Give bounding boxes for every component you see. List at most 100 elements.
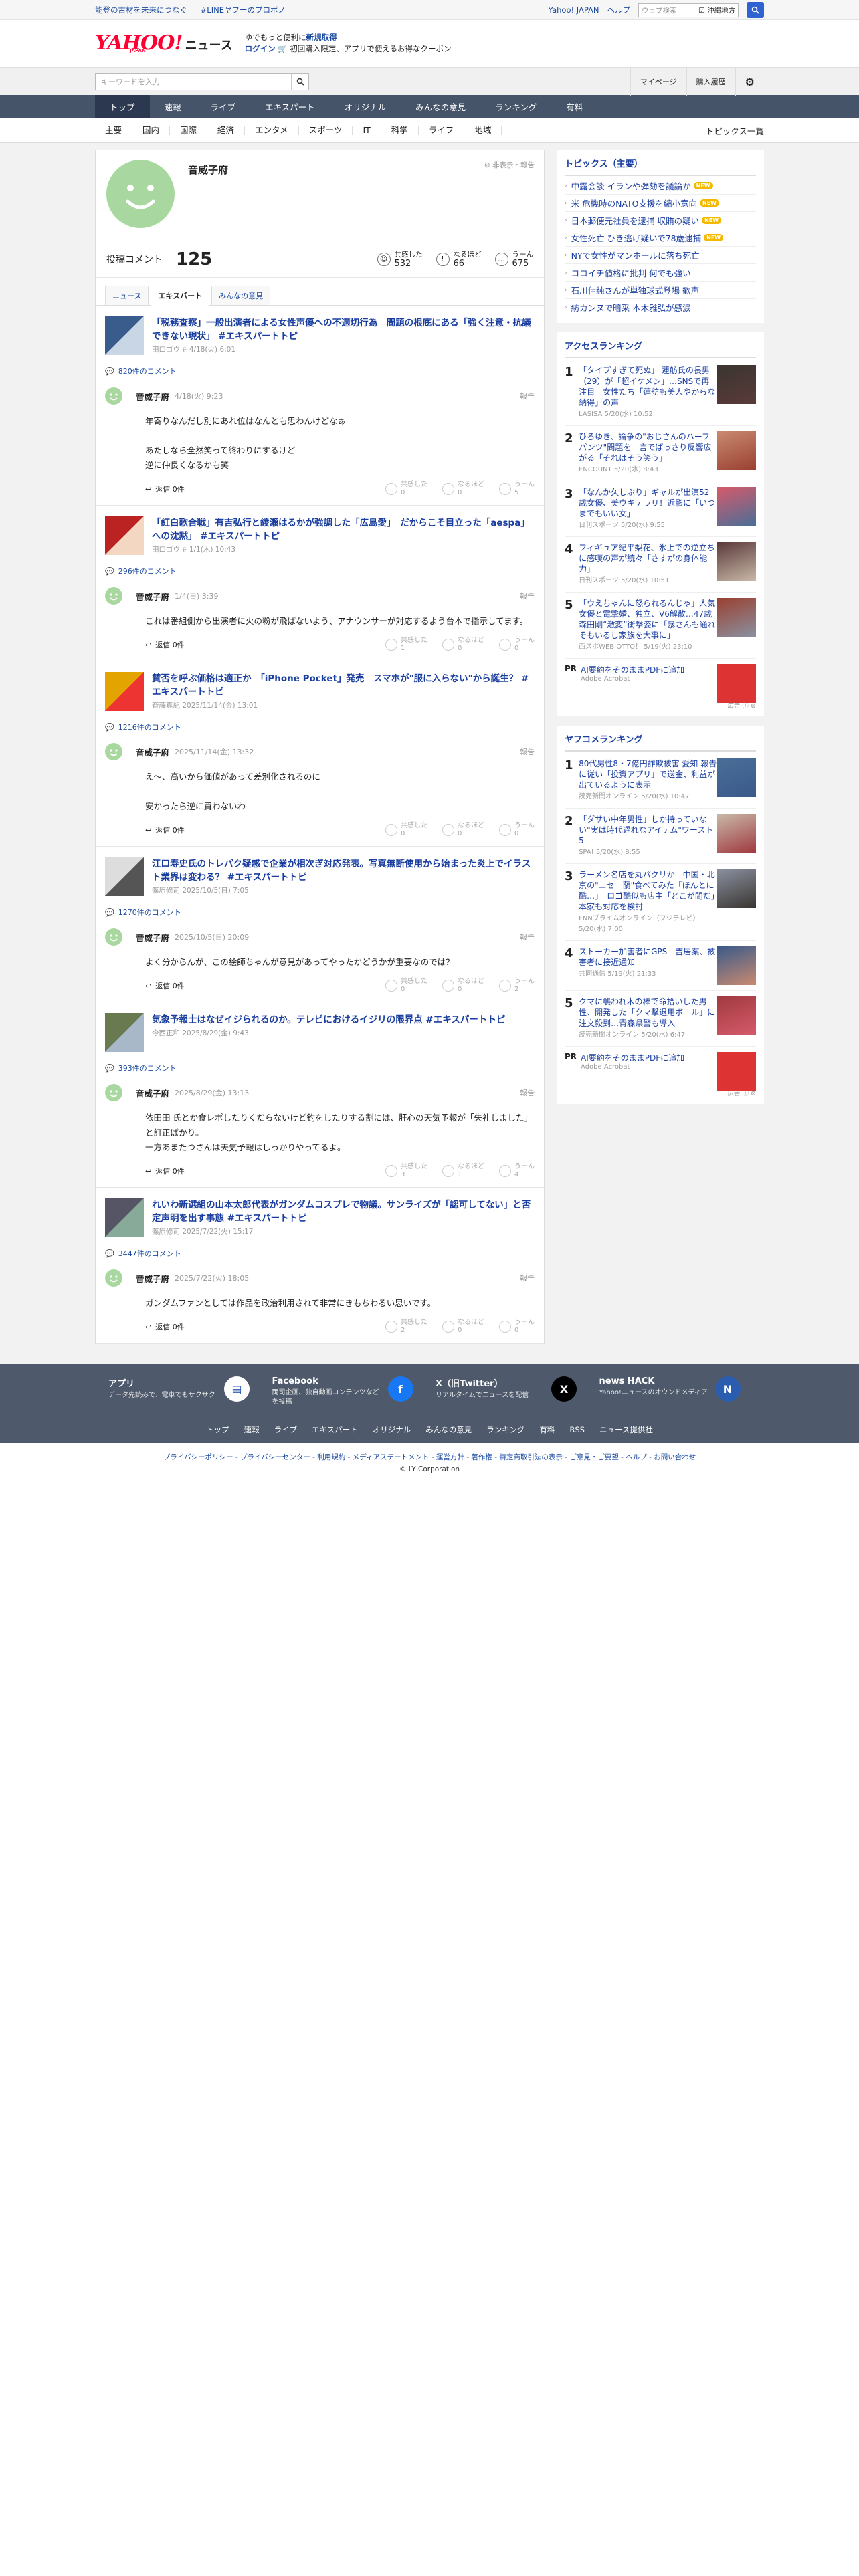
news-search-input[interactable]: キーワードを入力 [95,73,309,90]
footer-link[interactable]: エキスパート [312,1424,358,1435]
legal-links[interactable]: プライバシーポリシー - プライバシーセンター - 利用規約 - メディアステー… [0,1451,859,1463]
login-link[interactable]: ログイン [245,44,276,53]
yahoo-japan-link[interactable]: Yahoo! JAPAN [549,5,599,15]
ranking-item[interactable]: 4 フィギュア紀平梨花、氷上での逆立ちに感嘆の声が続々「さすがの身体能力」 日刊スポ… [565,537,756,593]
cat-main[interactable]: 主要 [95,126,133,135]
nav-ranking[interactable]: ランキング [480,95,551,118]
footer-app-card[interactable]: X（旧Twitter） リアルタイムでニュースを配信 X [436,1376,587,1416]
article-thumbnail[interactable] [105,672,144,711]
footer-app-card[interactable]: Facebook 両司企画、独自動画コンテンツなどを投稿 f [272,1376,424,1416]
footer-link[interactable]: トップ [206,1424,229,1435]
reaction-insight-button[interactable]: なるほど 1 [442,1163,484,1179]
comment-count-link[interactable]: 💬 1216件のコメント [96,718,544,736]
cat-economy[interactable]: 経済 [207,126,246,135]
reaction-insight-button[interactable]: なるほど 0 [442,637,484,653]
purchase-history-button[interactable]: 購入履歴 [686,68,735,96]
article-title[interactable]: 「税務査察」一般出演者による女性声優への不適切行為 問題の根底にある「強く注意・… [152,316,535,343]
ranking-item[interactable]: 1 「タイプすぎて死ぬ」 蓮舫氏の長男（29）が「超イケメン」…SNSで再注目 女… [565,360,756,426]
report-link[interactable]: 報告 [520,746,535,757]
cat-world[interactable]: 国際 [170,126,208,135]
footer-link[interactable]: RSS [569,1425,585,1434]
tab-opinion[interactable]: みんなの意見 [211,286,271,305]
comment-count-link[interactable]: 💬 820件のコメント [96,362,544,381]
tab-expert[interactable]: エキスパート [151,286,210,306]
hide-report-link[interactable]: ⊘ 非表示・報告 [484,160,535,170]
comment-count-link[interactable]: 💬 3447件のコメント [96,1244,544,1263]
footer-link[interactable]: ライブ [274,1424,298,1435]
ranking-item[interactable]: 2 「ダサい中年男性」しか持っていない"実は時代遅れなアイテム"ワースト5 SPA!… [565,809,756,864]
ranking-item[interactable]: 3 「なんか久しぶり」ギャルが出演52歳女優、美ウキテラリ！近影に「いつまでもいい… [565,481,756,537]
yahoo-news-logo[interactable]: YAHOO! JAPAN ニュース [95,33,233,54]
reaction-insight-button[interactable]: なるほど 0 [442,1319,484,1335]
promo-link-probono[interactable]: #LINEヤフーのプロボノ [201,5,286,15]
article-title[interactable]: 気象予報士はなぜイジられるのか。テレビにおけるイジリの限界点 #エキスパートトピ [152,1013,505,1027]
article-title[interactable]: れいわ新選組の山本太郎代表がガンダムコスプレで物議。サンライズが「認可してない」… [152,1198,535,1225]
reaction-empathy-button[interactable]: 共感した 0 [385,978,427,994]
topic-item[interactable]: › ココイチ値格に批判 何でも強い [565,264,756,282]
reaction-empathy-button[interactable]: 共感した 2 [385,1319,427,1335]
help-link[interactable]: ヘルプ [607,5,631,15]
cat-domestic[interactable]: 国内 [132,126,171,135]
reply-button[interactable]: ↩ 返信 0件 [145,1321,185,1332]
nav-live[interactable]: ライブ [196,95,251,118]
cat-local[interactable]: 地域 [464,126,502,135]
report-link[interactable]: 報告 [520,1087,535,1098]
reaction-hmm-button[interactable]: うーん 0 [499,637,535,653]
ranking-item[interactable]: 5 「ウえちゃんに怒られるんじゃ」人気女優と電撃婚、独立、V6解散…47歳森田剛“… [565,593,756,659]
reaction-hmm-button[interactable]: うーん 2 [499,978,535,994]
comment-count-link[interactable]: 💬 1270件のコメント [96,903,544,922]
cat-sports[interactable]: スポーツ [299,126,353,135]
nav-breaking[interactable]: 速報 [150,95,196,118]
cat-science[interactable]: 科学 [381,126,419,135]
comment-author[interactable]: 音威子府 [136,1272,169,1285]
topics-list-link[interactable]: トピックス一覧 [706,124,764,137]
ranking-item[interactable]: 5 クマに襲われ木の棒で命拾いした男性、開発した「クマ撃退用ボール」に注文殺到…青… [565,991,756,1047]
tab-news[interactable]: ニュース [105,286,149,305]
reaction-empathy-button[interactable]: 共感した 3 [385,1163,427,1179]
ranking-item[interactable]: 4 ストーカー加害者にGPS 吉居案、被害者に接近通知 共同通信 5/19(火) 2… [565,941,756,991]
footer-link[interactable]: 有料 [539,1424,555,1435]
comment-author[interactable]: 音威子府 [136,931,169,944]
topic-item[interactable]: › 女性死亡 ひき逃げ疑いで78歳逮捕 NEW [565,229,756,247]
footer-app-card[interactable]: news HACK Yahoo!ニュースのオウンドメディア N [599,1376,751,1416]
reaction-insight-button[interactable]: なるほど 0 [442,822,484,838]
cat-entertainment[interactable]: エンタメ [245,126,299,135]
reaction-insight-button[interactable]: なるほど 0 [442,481,484,497]
reaction-insight-button[interactable]: なるほど 0 [442,978,484,994]
ad-item[interactable]: PR AI要約をそのままPDFに追加 Adobe Acrobat [565,1047,756,1091]
topic-item[interactable]: › 石川佳純さんが単独球式登場 歓声 [565,282,756,299]
nav-opinion[interactable]: みんなの意見 [401,95,480,118]
topic-item[interactable]: › NYで女性がマンホールに落ち死亡 [565,247,756,264]
footer-link[interactable]: ニュース提供社 [599,1424,653,1435]
topic-item[interactable]: › 米 危機時のNATO支援を縮小意向 NEW [565,195,756,212]
nav-paid[interactable]: 有料 [551,95,597,118]
reply-button[interactable]: ↩ 返信 0件 [145,639,185,650]
footer-link[interactable]: オリジナル [373,1424,411,1435]
comment-count-link[interactable]: 💬 296件のコメント [96,562,544,580]
nav-top[interactable]: トップ [95,95,150,118]
article-title[interactable]: 江口寿史氏のトレパク疑惑で企業が相次ぎ対応発表。写真無断使用から始まった炎上でイ… [152,857,535,884]
article-thumbnail[interactable] [105,1198,144,1237]
report-link[interactable]: 報告 [520,932,535,942]
footer-link[interactable]: みんなの意見 [425,1424,472,1435]
reply-button[interactable]: ↩ 返信 0件 [145,980,185,991]
footer-app-card[interactable]: アプリ データ先読みで、電車でもサクサク ▤ [108,1376,260,1416]
comment-count-link[interactable]: 💬 393件のコメント [96,1059,544,1077]
nav-expert[interactable]: エキスパート [250,95,330,118]
ranking-item[interactable]: 2 ひろゆき、論争の"おじさんのハーフパンツ"問題を一言でばっさり反響広がる「それ… [565,426,756,481]
mypage-button[interactable]: マイページ [630,68,686,96]
reaction-empathy-button[interactable]: 共感した 0 [385,822,427,838]
reaction-empathy-button[interactable]: 共感した 0 [385,481,427,497]
footer-link[interactable]: 速報 [244,1424,260,1435]
comment-author[interactable]: 音威子府 [136,390,169,403]
report-link[interactable]: 報告 [520,391,535,401]
nav-original[interactable]: オリジナル [330,95,401,118]
ad-item[interactable]: PR AI要約をそのままPDFに追加 Adobe Acrobat [565,659,756,703]
reply-button[interactable]: ↩ 返信 0件 [145,1166,185,1176]
news-search-button[interactable] [291,74,308,90]
topic-item[interactable]: › 紡カンヌで暗采 本木雅弘が感涙 [565,299,756,316]
article-title[interactable]: 「紅白歌合戦」有吉弘行と綾瀬はるかが強調した「広島愛」 だからこそ目立った「ae… [152,516,535,543]
reaction-hmm-button[interactable]: うーん 4 [499,1163,535,1179]
report-link[interactable]: 報告 [520,591,535,601]
article-thumbnail[interactable] [105,1013,144,1052]
